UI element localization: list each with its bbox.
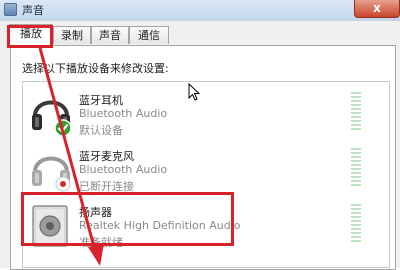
device-status: 默认设备: [79, 124, 123, 137]
volume-meter: [351, 148, 361, 190]
green-check-badge: [54, 119, 72, 137]
device-description: Realtek High Definition Audio: [79, 219, 241, 232]
device-item-bluetooth-headphones[interactable]: 蓝牙耳机 Bluetooth Audio 默认设备: [23, 86, 389, 142]
device-name: 蓝牙耳机: [79, 94, 123, 107]
mouse-cursor-icon: [188, 83, 200, 101]
device-name: 扬声器: [79, 206, 112, 219]
device-item-speakers[interactable]: 扬声器 Realtek High Definition Audio 准备就绪: [23, 198, 389, 254]
tab-communications[interactable]: 通信: [129, 26, 169, 44]
title-bar: 声音 x: [0, 0, 400, 20]
volume-meter: [351, 204, 361, 246]
window-title: 声音: [22, 4, 44, 17]
speaker-window-icon: [4, 3, 17, 16]
tab-sounds[interactable]: 声音: [91, 26, 129, 44]
volume-meter: [351, 92, 361, 134]
device-description: Bluetooth Audio: [79, 107, 168, 120]
tab-recording[interactable]: 录制: [53, 26, 91, 44]
device-name: 蓝牙麦克风: [79, 150, 134, 163]
red-disconnected-badge: [55, 176, 71, 192]
device-item-bluetooth-microphone[interactable]: 蓝牙麦克风 Bluetooth Audio 已断开连接: [23, 142, 389, 198]
headphones-icon: [32, 100, 72, 137]
device-status: 准备就绪: [79, 236, 123, 249]
tab-playback[interactable]: 播放: [9, 24, 53, 46]
close-button[interactable]: x: [354, 0, 400, 18]
device-description: Bluetooth Audio: [79, 163, 168, 176]
device-status: 已断开连接: [79, 180, 134, 193]
device-list[interactable]: 蓝牙耳机 Bluetooth Audio 默认设备 蓝牙麦克风 Bluetoot…: [22, 81, 390, 268]
instruction-text: 选择以下播放设备来修改设置:: [22, 62, 169, 75]
speaker-icon: [32, 205, 68, 247]
headphones-icon: [32, 156, 71, 192]
